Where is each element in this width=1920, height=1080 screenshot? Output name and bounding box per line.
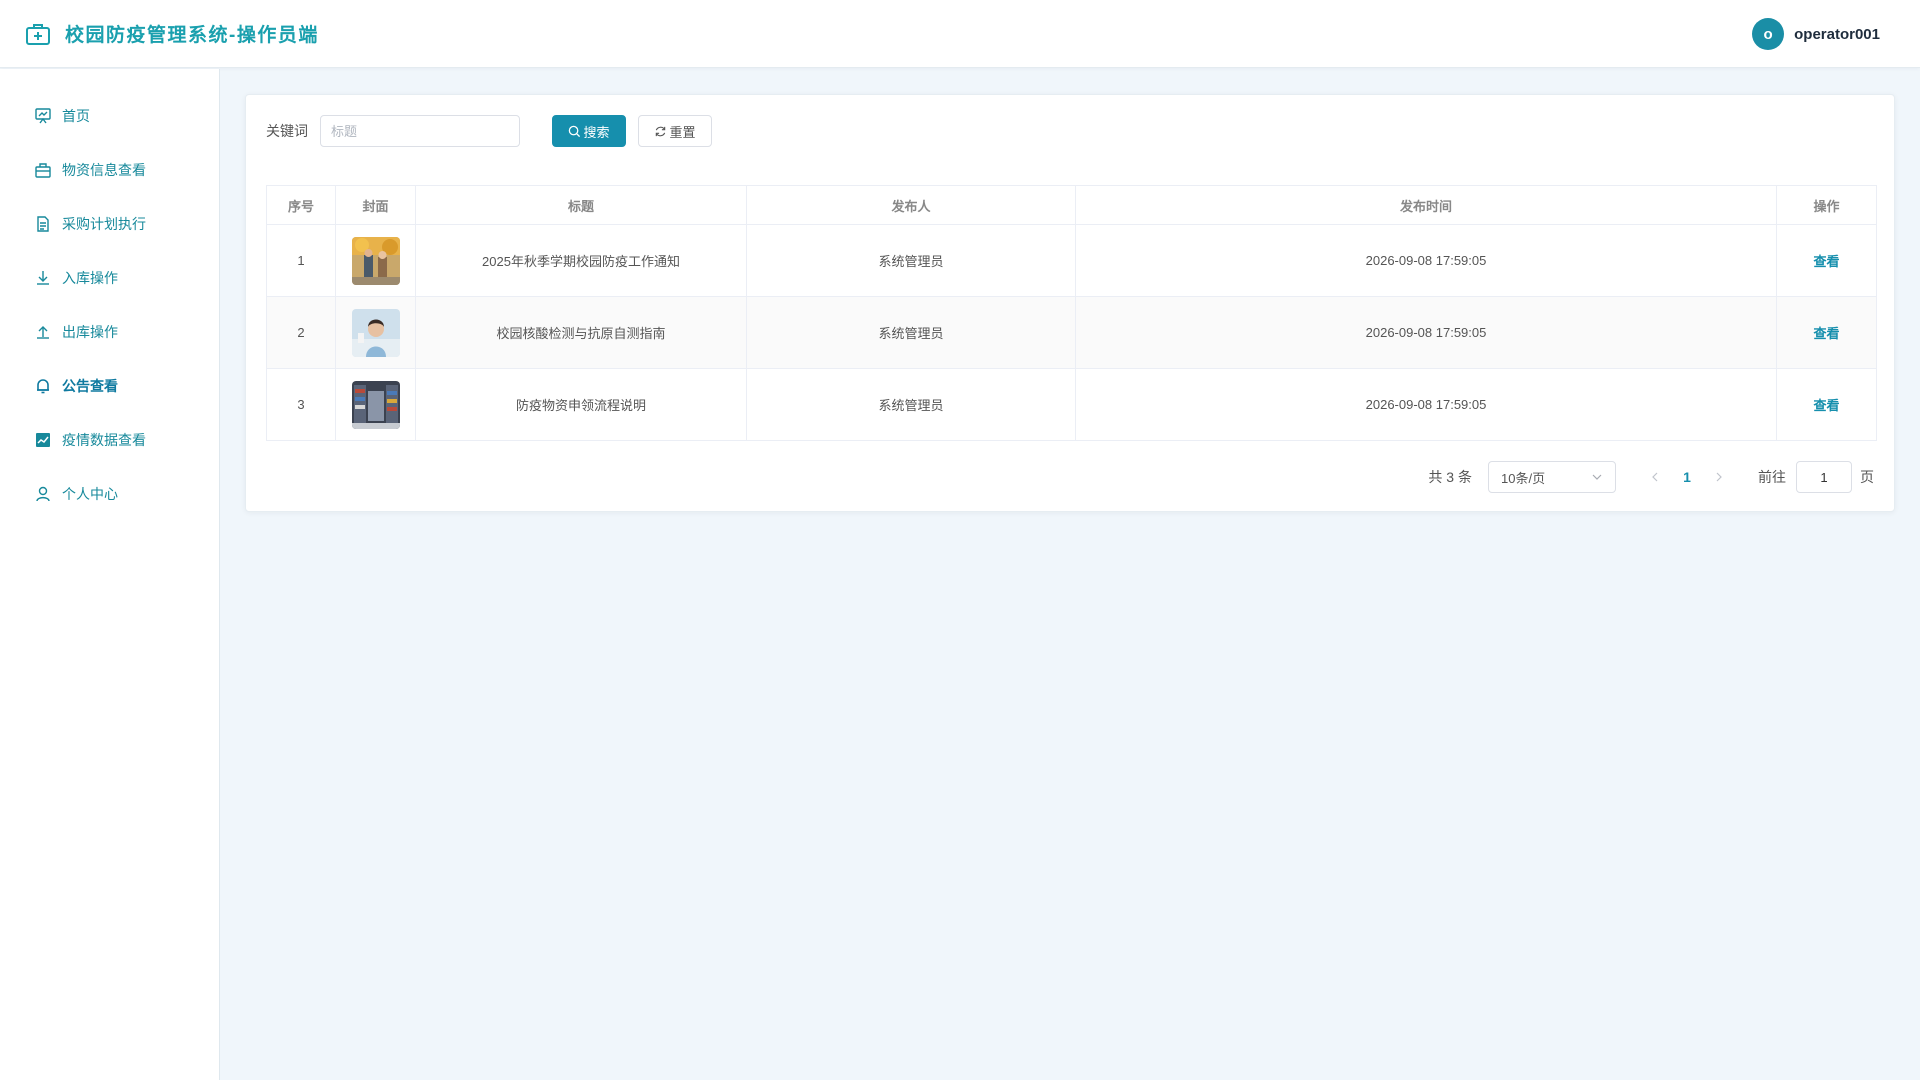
row-action: 查看 <box>1776 296 1877 369</box>
view-link[interactable]: 查看 <box>1813 254 1839 269</box>
goto-label: 前往 <box>1758 469 1786 485</box>
search-input[interactable] <box>320 115 520 147</box>
view-link[interactable]: 查看 <box>1813 326 1839 341</box>
chevron-right-icon <box>1716 472 1722 482</box>
chevron-down-icon <box>1592 474 1602 480</box>
table-row: 1 2025年秋季学期校园防疫工作通知 系统管理员 2026-09-08 17:… <box>266 224 1877 297</box>
row-title: 2025年秋季学期校园防疫工作通知 <box>415 224 747 297</box>
cover-thumbnail[interactable] <box>351 236 400 285</box>
chevron-left-icon <box>1652 472 1658 482</box>
announcement-panel: 关键词 搜索 重置 序号 封面 标题 发布人 发布时间 操作 1 <box>245 94 1895 512</box>
keyword-label: 关键词 <box>266 123 308 139</box>
table-row: 3 防疫物资申领流程说明 系统管理员 2026-09-08 17:59:05 查… <box>266 368 1877 441</box>
cover-thumbnail[interactable] <box>351 380 400 429</box>
sidebar-menu: 首页 物资信息查看 采购计划执行 入库操作 出库操作 公告查看 疫情数据查看 个… <box>0 69 219 521</box>
row-time: 2026-09-08 17:59:05 <box>1075 296 1777 369</box>
row-index: 2 <box>266 296 336 369</box>
user-menu[interactable]: o operator001 <box>1752 18 1880 50</box>
sidebar-item-inbound[interactable]: 入库操作 <box>0 251 219 305</box>
table-header-row: 序号 封面 标题 发布人 发布时间 操作 <box>266 185 1877 225</box>
page-number-current[interactable]: 1 <box>1670 469 1704 485</box>
row-publisher: 系统管理员 <box>746 368 1076 441</box>
medical-kit-icon <box>25 21 51 47</box>
search-bar: 关键词 搜索 重置 <box>266 115 712 147</box>
row-time: 2026-09-08 17:59:05 <box>1075 224 1777 297</box>
box-icon <box>35 163 51 178</box>
column-header-action: 操作 <box>1776 185 1877 225</box>
row-cover <box>335 368 416 441</box>
announcement-table: 序号 封面 标题 发布人 发布时间 操作 1 2025年秋季学期校园防疫工作通知… <box>266 185 1877 441</box>
row-publisher: 系统管理员 <box>746 296 1076 369</box>
document-icon <box>37 216 49 232</box>
sidebar-item-home[interactable]: 首页 <box>0 89 219 143</box>
row-action: 查看 <box>1776 368 1877 441</box>
username[interactable]: operator001 <box>1794 26 1880 43</box>
user-icon <box>36 486 50 502</box>
column-header-publisher: 发布人 <box>746 185 1076 225</box>
next-page-button[interactable] <box>1704 461 1734 493</box>
top-header: 校园防疫管理系统-操作员端 o operator001 <box>0 0 1920 68</box>
refresh-icon <box>656 126 666 136</box>
row-index: 3 <box>266 368 336 441</box>
column-header-cover: 封面 <box>335 185 416 225</box>
search-button[interactable]: 搜索 <box>552 115 626 147</box>
sidebar-item-epidemic-data[interactable]: 疫情数据查看 <box>0 413 219 467</box>
reset-button[interactable]: 重置 <box>638 115 712 147</box>
pagination: 共 3 条 10条/页 1 前往 页 <box>1428 461 1874 493</box>
total-count: 共 3 条 <box>1428 469 1472 485</box>
upload-icon <box>37 326 49 339</box>
sidebar-item-profile[interactable]: 个人中心 <box>0 467 219 521</box>
page-suffix-label: 页 <box>1860 469 1874 485</box>
download-icon <box>37 271 49 285</box>
row-time: 2026-09-08 17:59:05 <box>1075 368 1777 441</box>
bell-icon <box>37 379 49 394</box>
view-link[interactable]: 查看 <box>1813 398 1839 413</box>
cover-thumbnail[interactable] <box>351 308 400 357</box>
chart-icon <box>36 433 50 447</box>
search-icon <box>569 125 581 137</box>
column-header-index: 序号 <box>266 185 336 225</box>
app-title: 校园防疫管理系统-操作员端 <box>65 25 319 46</box>
goto-page-input[interactable] <box>1796 461 1852 493</box>
column-header-title: 标题 <box>415 185 747 225</box>
prev-page-button[interactable] <box>1640 461 1670 493</box>
row-publisher: 系统管理员 <box>746 224 1076 297</box>
sidebar-item-outbound[interactable]: 出库操作 <box>0 305 219 359</box>
brand: 校园防疫管理系统-操作员端 <box>25 20 319 47</box>
dashboard-icon <box>35 108 51 124</box>
page-jumper: 前往 页 <box>1758 461 1874 493</box>
sidebar-item-procurement[interactable]: 采购计划执行 <box>0 197 219 251</box>
avatar[interactable]: o <box>1752 18 1785 50</box>
row-title: 校园核酸检测与抗原自测指南 <box>415 296 747 369</box>
row-index: 1 <box>266 224 336 297</box>
row-action: 查看 <box>1776 224 1877 297</box>
page-size-select[interactable]: 10条/页 <box>1488 461 1616 493</box>
column-header-time: 发布时间 <box>1075 185 1777 225</box>
row-cover <box>335 296 416 369</box>
table-row: 2 校园核酸检测与抗原自测指南 系统管理员 2026-09-08 17:59:0… <box>266 296 1877 369</box>
row-title: 防疫物资申领流程说明 <box>415 368 747 441</box>
sidebar-item-materials[interactable]: 物资信息查看 <box>0 143 219 197</box>
sidebar-item-announcements[interactable]: 公告查看 <box>0 359 219 413</box>
sidebar: 首页 物资信息查看 采购计划执行 入库操作 出库操作 公告查看 疫情数据查看 个… <box>0 69 220 1080</box>
row-cover <box>335 224 416 297</box>
